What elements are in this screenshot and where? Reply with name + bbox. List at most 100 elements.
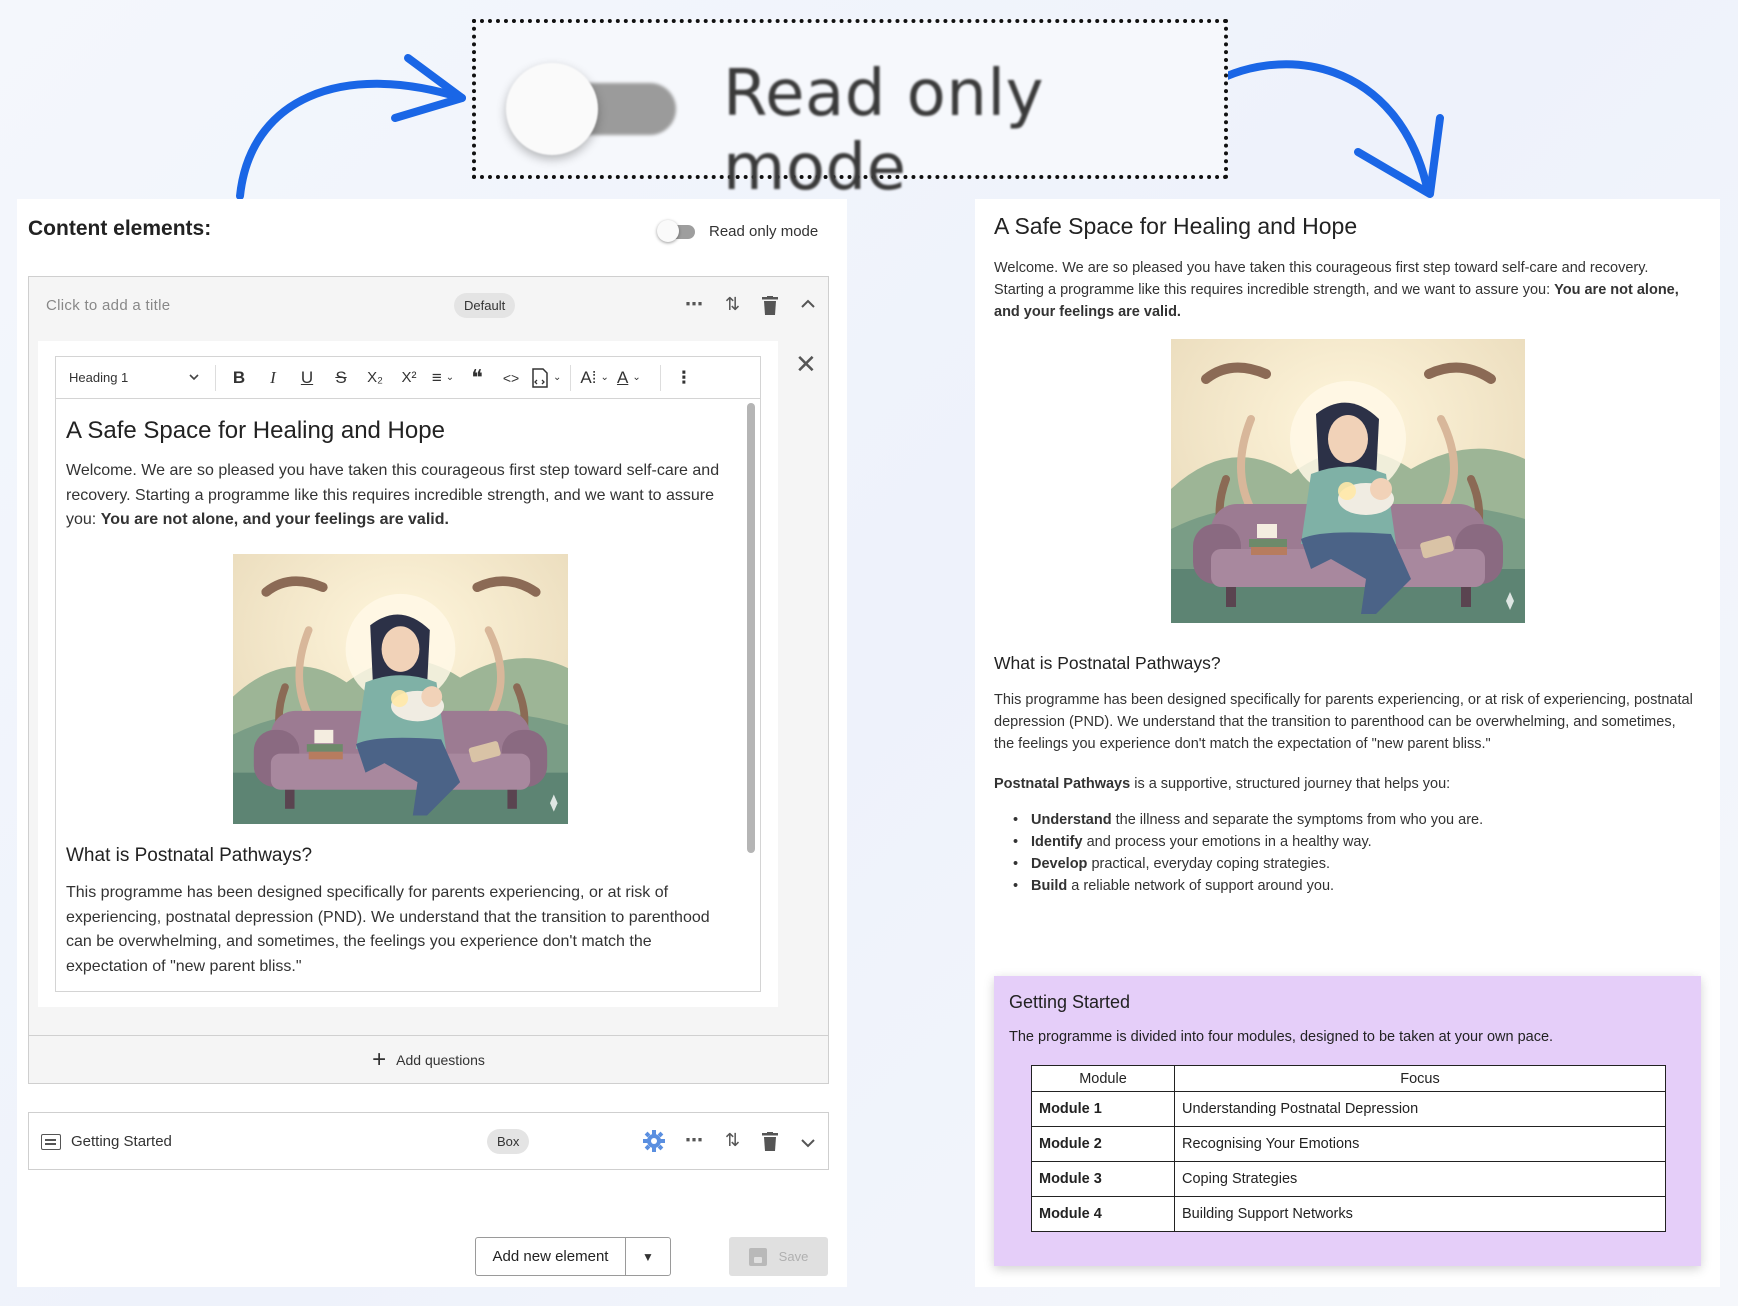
callout-toggle-switch [506, 61, 686, 155]
editor-scrollbar[interactable] [747, 403, 755, 853]
rich-text-editor-container: Heading 1 B I U S X₂ X² ≡⌄ ❝ <> ⌄ A⁞⌄ [38, 341, 778, 1007]
code-button[interactable]: <> [497, 363, 525, 393]
preview-subheading: What is Postnatal Pathways? [994, 653, 1221, 673]
box-element-card[interactable]: Getting Started Box ⋯ ⇅ [28, 1112, 829, 1170]
pathways-rest: is a supportive, structured journey that… [1134, 776, 1451, 792]
table-row: Module 3 Coping Strategies [1031, 1161, 1666, 1197]
getting-started-description: The programme is divided into four modul… [1009, 1029, 1554, 1045]
list-item-bold: Understand [1031, 812, 1112, 828]
chevron-down-icon[interactable] [801, 1138, 815, 1148]
block-style-select[interactable]: Heading 1 [69, 370, 209, 385]
benefits-list: Understand the illness and separate the … [1013, 809, 1483, 897]
font-size-button[interactable]: A⁞ ⌄ [580, 363, 608, 393]
table-cell: Recognising Your Emotions [1174, 1126, 1666, 1162]
font-color-icon: A [616, 367, 629, 387]
font-size-icon: A⁞ [580, 367, 597, 387]
close-editor-icon[interactable]: ✕ [795, 351, 817, 377]
title-placeholder[interactable]: Click to add a title [46, 297, 170, 314]
document-code-icon [532, 367, 548, 388]
table-cell: Module 3 [1031, 1161, 1175, 1197]
callout-toggle-knob [506, 63, 598, 155]
editor-content[interactable]: A Safe Space for Healing and Hope Welcom… [55, 398, 761, 992]
align-icon: ≡ [431, 367, 442, 387]
chevron-down-icon: ⌄ [553, 372, 562, 383]
underline-button[interactable]: U [293, 363, 321, 393]
list-item: Develop practical, everyday coping strat… [1013, 853, 1483, 875]
save-label: Save [778, 1249, 809, 1264]
getting-started-title: Getting Started [1009, 992, 1131, 1012]
healing-illustration [1171, 339, 1525, 623]
blockquote-button[interactable]: ❝ [463, 363, 491, 393]
list-item-text: and process your emotions in a healthy w… [1086, 834, 1372, 850]
bold-button[interactable]: B [225, 363, 253, 393]
delete-icon[interactable] [762, 1132, 778, 1151]
left-curved-arrow [236, 79, 466, 200]
editor-subheading: What is Postnatal Pathways? [66, 845, 313, 866]
read-only-callout: Read only mode [472, 19, 1228, 205]
list-item-bold: Develop [1031, 856, 1088, 872]
font-color-button[interactable]: A ⌄ [615, 363, 643, 393]
table-cell: Module 4 [1031, 1196, 1175, 1232]
list-item: Build a reliable network of support arou… [1013, 875, 1483, 897]
editor-body-paragraph: This programme has been designed specifi… [66, 884, 710, 975]
more-toolbar-icon[interactable]: ⋮ [670, 363, 698, 393]
list-item: Understand the illness and separate the … [1013, 809, 1483, 831]
right-curved-arrow [1200, 60, 1432, 196]
strikethrough-button[interactable]: S [327, 363, 355, 393]
subscript-button[interactable]: X₂ [361, 363, 389, 393]
preview-heading: A Safe Space for Healing and Hope [994, 213, 1358, 239]
add-new-element-label[interactable]: Add new element [476, 1238, 626, 1275]
right-arrowhead [1354, 114, 1444, 198]
box-element-label: Getting Started [71, 1133, 172, 1150]
table-cell: Coping Strategies [1174, 1161, 1666, 1197]
table-row: Module 1 Understanding Postnatal Depress… [1031, 1091, 1666, 1127]
reorder-icon[interactable]: ⇅ [725, 1131, 740, 1149]
left-arrowhead [391, 54, 466, 122]
save-icon [748, 1247, 767, 1266]
save-button[interactable]: Save [729, 1237, 828, 1276]
editor-panel: Content elements: Read only mode Click t… [17, 199, 847, 1287]
reorder-icon[interactable]: ⇅ [725, 295, 740, 313]
gear-icon[interactable] [643, 1130, 665, 1152]
intro-bold-text: You are not alone, and your feelings are… [100, 511, 449, 528]
list-item-bold: Identify [1031, 834, 1083, 850]
delete-icon[interactable] [762, 296, 778, 315]
content-elements-title: Content elements: [28, 217, 212, 240]
toggle-switch[interactable] [657, 220, 697, 242]
read-only-toggle[interactable]: Read only mode [657, 220, 818, 242]
dropdown-caret-icon[interactable]: ▼ [626, 1250, 670, 1264]
add-questions-button[interactable]: + Add questions [29, 1035, 828, 1084]
superscript-button[interactable]: X² [395, 363, 423, 393]
box-chip[interactable]: Box [487, 1129, 530, 1154]
chevron-down-icon: ⌄ [445, 372, 455, 383]
italic-button[interactable]: I [259, 363, 287, 393]
editor-toolbar: Heading 1 B I U S X₂ X² ≡⌄ ❝ <> ⌄ A⁞⌄ [55, 356, 761, 398]
preview-intro-text: Welcome. We are so pleased you have take… [994, 260, 1649, 298]
style-chip[interactable]: Default [454, 293, 516, 318]
read-only-preview-panel: A Safe Space for Healing and Hope Welcom… [975, 199, 1720, 1287]
add-questions-label: Add questions [396, 1052, 485, 1068]
table-row: Module 4 Building Support Networks [1031, 1196, 1666, 1232]
table-cell: Module 1 [1031, 1091, 1175, 1127]
chevron-down-icon: ⌄ [632, 372, 641, 383]
more-options-icon[interactable]: ⋯ [685, 1131, 703, 1149]
element-header: Click to add a title Default ⋯ ⇅ [29, 277, 828, 335]
box-element-icon [41, 1134, 61, 1150]
chevron-down-icon [189, 374, 199, 381]
list-item-bold: Build [1031, 878, 1068, 894]
more-options-icon[interactable]: ⋯ [685, 295, 703, 313]
insert-media-button[interactable]: ⌄ [531, 363, 561, 393]
preview-body-paragraph: This programme has been designed specifi… [994, 692, 1693, 752]
table-cell: Building Support Networks [1174, 1196, 1666, 1232]
table-header: Focus [1174, 1065, 1666, 1092]
callout-label: Read only mode [723, 57, 1045, 205]
table-cell: Understanding Postnatal Depression [1174, 1091, 1666, 1127]
add-new-element-button[interactable]: Add new element ▼ [475, 1237, 671, 1276]
preview-pathways-paragraph: Postnatal Pathways is a supportive, stru… [994, 773, 1694, 795]
chevron-up-icon[interactable] [801, 299, 815, 309]
read-only-label: Read only mode [709, 222, 819, 240]
table-cell: Module 2 [1031, 1126, 1175, 1162]
align-button[interactable]: ≡ ⌄ [429, 363, 457, 393]
table-header-row: Module Focus [1031, 1065, 1666, 1092]
pathways-bold: Postnatal Pathways [994, 776, 1131, 792]
